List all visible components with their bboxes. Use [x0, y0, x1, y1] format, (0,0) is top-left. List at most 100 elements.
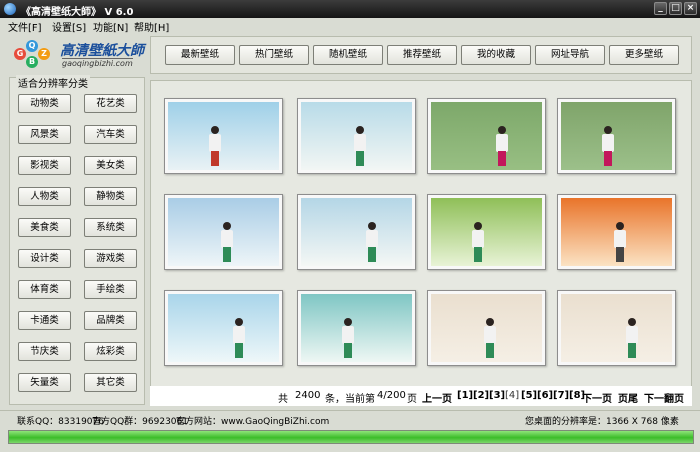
pager: 共 2400 条，当前第 4/200 页 上一页 [1] [2] [3] [4] [5]… — [150, 386, 692, 406]
wallpaper-thumbnail[interactable] — [557, 194, 676, 270]
person-figure — [365, 222, 379, 262]
menu-help[interactable]: 帮助[H] — [134, 19, 169, 34]
category-button[interactable]: 品牌类 — [84, 311, 137, 330]
person-figure — [613, 222, 627, 262]
category-button[interactable]: 节庆类 — [18, 342, 71, 361]
close-button[interactable]: × — [684, 2, 697, 15]
wallpaper-image — [561, 294, 672, 362]
pager-total: 2400 — [295, 390, 321, 401]
category-button[interactable]: 手绘类 — [84, 280, 137, 299]
figure-legs — [235, 343, 243, 358]
nav-random-button[interactable]: 随机壁纸 — [313, 45, 383, 65]
figure-body — [484, 326, 496, 344]
logo-name: 高清壁紙大師 — [60, 43, 144, 59]
pager-next-link[interactable]: 下一页 — [582, 390, 612, 405]
figure-legs — [368, 247, 376, 262]
wallpaper-thumbnail[interactable] — [297, 290, 416, 366]
figure-legs — [211, 151, 219, 166]
category-button[interactable]: 汽车类 — [84, 125, 137, 144]
nav-hot-button[interactable]: 热门壁纸 — [239, 45, 309, 65]
figure-head — [211, 126, 219, 134]
person-figure — [341, 318, 355, 358]
figure-head — [604, 126, 612, 134]
pager-page-link[interactable]: [5] — [521, 390, 537, 401]
wallpaper-thumbnail[interactable] — [427, 194, 546, 270]
wallpaper-image — [301, 198, 412, 266]
category-button[interactable]: 风景类 — [18, 125, 71, 144]
minimize-button[interactable]: _ — [654, 2, 667, 15]
status-website[interactable]: 官方网站：www.GaoQingBiZhi.com — [176, 414, 329, 427]
pager-page: 4/200 — [377, 390, 406, 401]
menu-settings[interactable]: 设置[S] — [52, 19, 86, 34]
pager-next-section-link[interactable]: 下一翻页 — [644, 390, 684, 405]
pager-page-link[interactable]: [6] — [537, 390, 553, 401]
category-button[interactable]: 美食类 — [18, 218, 71, 237]
category-button[interactable]: 静物类 — [84, 187, 137, 206]
menu-functions[interactable]: 功能[N] — [93, 19, 128, 34]
category-button[interactable]: 炫彩类 — [84, 342, 137, 361]
wallpaper-thumbnail[interactable] — [557, 290, 676, 366]
wallpaper-image — [301, 294, 412, 362]
wallpaper-thumbnail[interactable] — [164, 290, 283, 366]
figure-head — [368, 222, 376, 230]
person-figure — [220, 222, 234, 262]
category-button[interactable]: 矢量类 — [18, 373, 71, 392]
pager-prev-link[interactable]: 上一页 — [422, 390, 452, 405]
person-figure — [625, 318, 639, 358]
nav-latest-button[interactable]: 最新壁纸 — [165, 45, 235, 65]
pager-last-link[interactable]: 页尾 — [618, 390, 638, 405]
pager-page-link[interactable]: [7] — [553, 390, 569, 401]
category-button[interactable]: 其它类 — [84, 373, 137, 392]
figure-legs — [474, 247, 482, 262]
figure-body — [233, 326, 245, 344]
pager-page-link[interactable]: [4] — [505, 390, 519, 401]
figure-legs — [356, 151, 364, 166]
logo-ball-b: B — [26, 56, 38, 68]
pager-page-link[interactable]: [2] — [473, 390, 489, 401]
category-button[interactable]: 人物类 — [18, 187, 71, 206]
pager-page-link[interactable]: [3] — [489, 390, 505, 401]
figure-head — [486, 318, 494, 326]
nav-more-button[interactable]: 更多壁纸 — [609, 45, 679, 65]
window-title: 《高清壁纸大師》 V 6.0 — [21, 7, 134, 18]
wallpaper-thumbnail[interactable] — [427, 98, 546, 174]
maximize-button[interactable]: □ — [669, 2, 682, 15]
person-figure — [471, 222, 485, 262]
category-button[interactable]: 游戏类 — [84, 249, 137, 268]
category-button[interactable]: 卡通类 — [18, 311, 71, 330]
category-button[interactable]: 花艺类 — [84, 94, 137, 113]
nav-favorites-button[interactable]: 我的收藏 — [461, 45, 531, 65]
pager-suffix: 页 — [407, 394, 417, 405]
pager-page-link[interactable]: [1] — [457, 390, 473, 401]
app-logo: G Q B Z 高清壁紙大師 gaoqingbizhi.com — [10, 38, 144, 70]
category-button[interactable]: 体育类 — [18, 280, 71, 299]
wallpaper-thumbnail[interactable] — [164, 98, 283, 174]
figure-head — [235, 318, 243, 326]
menu-file[interactable]: 文件[F] — [8, 19, 42, 34]
person-figure — [208, 126, 222, 166]
wallpaper-thumbnail[interactable] — [164, 194, 283, 270]
figure-body — [496, 134, 508, 152]
nav-directory-button[interactable]: 网址导航 — [535, 45, 605, 65]
nav-recommended-button[interactable]: 推荐壁纸 — [387, 45, 457, 65]
person-figure — [601, 126, 615, 166]
progress-bar — [8, 430, 694, 444]
category-button[interactable]: 系统类 — [84, 218, 137, 237]
figure-head — [356, 126, 364, 134]
category-button[interactable]: 设计类 — [18, 249, 71, 268]
figure-head — [498, 126, 506, 134]
status-resolution: 您桌面的分辨率是：1366 X 768 像素 — [525, 417, 679, 427]
wallpaper-thumbnail[interactable] — [427, 290, 546, 366]
category-button[interactable]: 动物类 — [18, 94, 71, 113]
category-button[interactable]: 美女类 — [84, 156, 137, 175]
pager-prefix: 共 — [278, 394, 288, 405]
category-button[interactable]: 影视类 — [18, 156, 71, 175]
figure-head — [628, 318, 636, 326]
wallpaper-thumbnail[interactable] — [297, 194, 416, 270]
logo-site: gaoqingbizhi.com — [62, 58, 133, 68]
wallpaper-thumbnail[interactable] — [297, 98, 416, 174]
wallpaper-thumbnail[interactable] — [557, 98, 676, 174]
logo-ball-z: Z — [38, 48, 50, 60]
status-qq-group: 官方QQ群：96923061 — [92, 417, 188, 427]
figure-legs — [604, 151, 612, 166]
